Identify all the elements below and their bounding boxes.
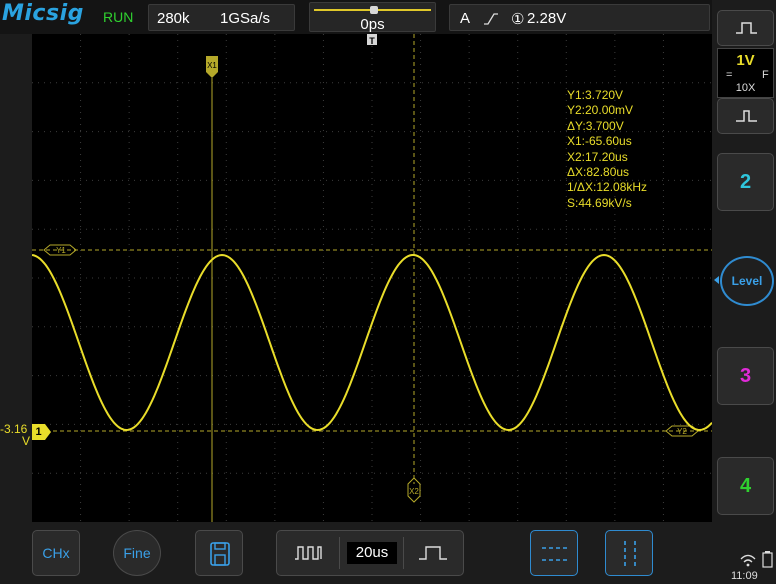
meas-x2: X2:17.20us xyxy=(567,149,628,164)
bottom-toolbar: CHx Fine 20us 11:09 xyxy=(0,522,776,584)
ch1-marker-arrow-icon xyxy=(45,424,51,440)
wifi-icon xyxy=(740,554,756,567)
vertical-cursor-button[interactable] xyxy=(605,530,653,576)
ch1-offset-label: -3.16 V xyxy=(0,422,31,448)
svg-text:Y1: Y1 xyxy=(56,246,66,255)
meas-delta-x: ΔX:82.80us xyxy=(567,165,630,180)
ch1-coupling: = xyxy=(726,69,733,81)
ch1-bandwidth: F xyxy=(762,69,769,81)
trigger-mode: A xyxy=(460,10,471,27)
trigger-source: ① xyxy=(511,11,525,28)
trigger-position-box[interactable]: 0ps xyxy=(309,2,436,33)
meas-slope: S:44.69kV/s xyxy=(567,195,632,210)
ch3-button[interactable]: 3 xyxy=(717,347,774,405)
ch1-volts-per-div: 1V xyxy=(736,52,755,69)
memory-position-slider[interactable] xyxy=(314,6,431,14)
pulse-train-icon xyxy=(295,546,322,560)
save-button[interactable] xyxy=(195,530,243,576)
fine-button[interactable]: Fine xyxy=(113,530,161,576)
svg-text:X1: X1 xyxy=(207,61,217,70)
timebase-decrease-button[interactable] xyxy=(277,531,339,575)
battery-icon xyxy=(762,551,773,568)
volts-div-up-button[interactable] xyxy=(717,10,774,46)
timebase-value: 20us xyxy=(347,542,397,564)
trigger-position-value: 0ps xyxy=(360,16,385,33)
timebase-control[interactable]: 20us xyxy=(276,530,464,576)
chx-button[interactable]: CHx xyxy=(32,530,80,576)
svg-text:X2: X2 xyxy=(409,487,419,496)
horizontal-cursor-button[interactable] xyxy=(530,530,578,576)
trigger-level-button[interactable]: Level xyxy=(720,256,774,306)
memory-position-knob[interactable] xyxy=(370,6,378,14)
meas-delta-y: ΔY:3.700V xyxy=(567,118,624,133)
timebase-increase-button[interactable] xyxy=(403,531,463,575)
system-clock: 11:09 xyxy=(731,570,758,582)
ch1-settings-panel[interactable]: 1V = F 10X xyxy=(717,48,774,98)
meas-y1: Y1:3.720V xyxy=(567,88,624,102)
horizontal-cursor-icon xyxy=(542,547,568,561)
sample-rate: 1GSa/s xyxy=(220,10,271,27)
ch1-probe-ratio: 10X xyxy=(735,82,756,94)
waveform-display[interactable]: T X1 X2 Y1 Y2 Y1:3.720V Y2:20.00mV ΔY:3.… xyxy=(32,34,741,522)
volts-div-down-button[interactable] xyxy=(717,98,774,134)
cursor-x2-tag: X2 xyxy=(407,477,421,503)
memory-depth: 280k xyxy=(157,10,190,27)
trigger-settings[interactable]: A ① 2.28V xyxy=(449,4,710,31)
top-status-bar: Micsig RUN 280k 1GSa/s 0ps A ① 2.28V xyxy=(0,0,712,34)
trigger-time-marker-top: T xyxy=(367,34,377,46)
pulse-single-icon xyxy=(419,546,447,560)
cursor-measurements: Y1:3.720V Y2:20.00mV ΔY:3.700V X1:-65.60… xyxy=(567,88,647,211)
rising-edge-icon xyxy=(484,13,498,25)
ch4-button[interactable]: 4 xyxy=(717,457,774,515)
trigger-level: 2.28V xyxy=(527,10,567,27)
run-stop-status[interactable]: RUN xyxy=(103,9,133,25)
status-icons xyxy=(740,551,773,568)
acquisition-info[interactable]: 280k 1GSa/s xyxy=(148,4,295,31)
meas-x1: X1:-65.60us xyxy=(567,134,632,149)
meas-y2: Y2:20.00mV xyxy=(567,103,634,118)
pulse-wide-icon xyxy=(736,22,757,34)
ch1-waveform-trace xyxy=(32,253,712,432)
save-icon xyxy=(210,542,230,566)
svg-text:Y2: Y2 xyxy=(677,427,687,436)
ch2-button[interactable]: 2 xyxy=(717,153,774,211)
meas-inverse-delta-x: 1/ΔX:12.08kHz xyxy=(567,180,648,195)
pulse-narrow-icon xyxy=(736,110,757,122)
cursor-x1-tag: X1 xyxy=(206,56,218,78)
level-pointer-icon xyxy=(714,276,719,284)
svg-text:T: T xyxy=(369,36,375,46)
brand-logo: Micsig xyxy=(2,1,84,26)
vertical-cursor-icon xyxy=(624,541,636,567)
